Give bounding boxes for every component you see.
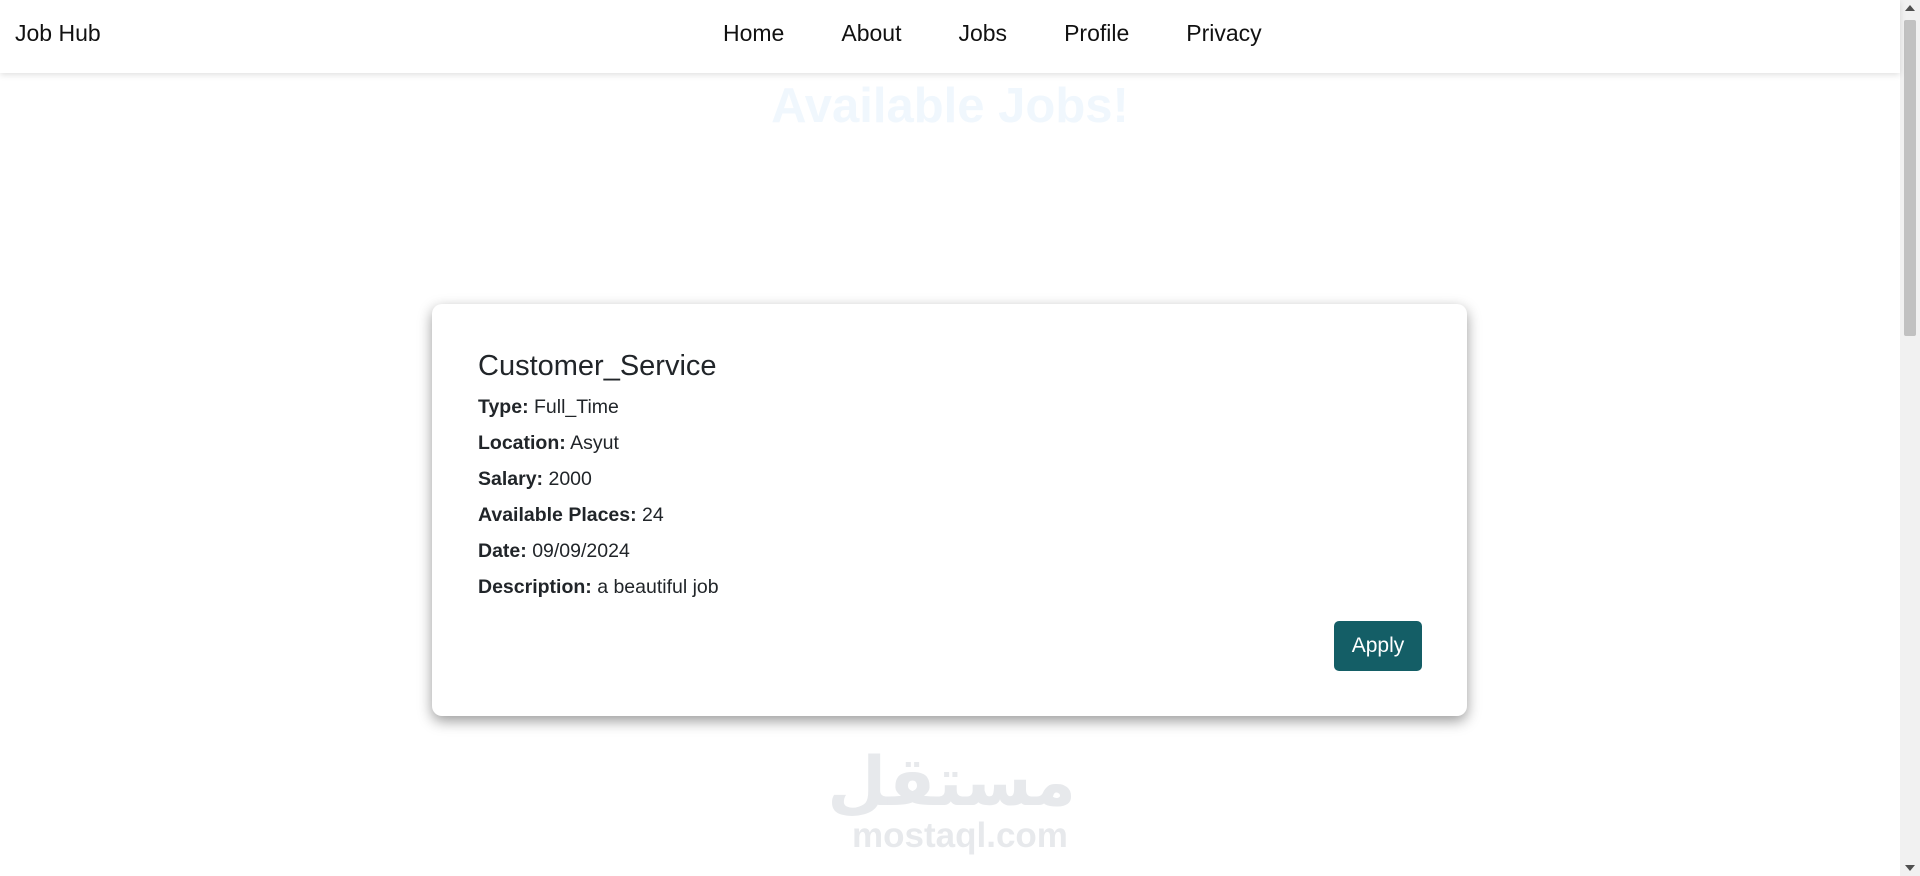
field-value: 24 [642, 504, 664, 526]
nav-link-about[interactable]: About [841, 20, 901, 47]
job-field-description: Description: a beautiful job [478, 575, 1421, 600]
field-label: Date: [478, 540, 527, 562]
job-field-date: Date: 09/09/2024 [478, 539, 1421, 564]
navbar: Job Hub Home About Jobs Profile Privacy [0, 0, 1900, 73]
watermark-latin: mostaql.com [852, 816, 1068, 855]
page-title: Available Jobs! [771, 79, 1129, 133]
apply-button[interactable]: Apply [1334, 621, 1422, 671]
watermark-logo: مستقل mostaql.com [827, 743, 1076, 855]
scroll-down-arrow-icon[interactable] [1905, 865, 1915, 871]
nav-links: Home About Jobs Profile Privacy [723, 20, 1319, 47]
job-title: Customer_Service [478, 350, 717, 382]
job-field-salary: Salary: 2000 [478, 467, 1421, 492]
job-field-available-places: Available Places: 24 [478, 503, 1421, 528]
nav-link-jobs[interactable]: Jobs [958, 20, 1007, 47]
field-label: Location: [478, 432, 566, 454]
field-value: Asyut [570, 432, 619, 454]
nav-link-home[interactable]: Home [723, 20, 784, 47]
nav-link-privacy[interactable]: Privacy [1186, 20, 1261, 47]
watermark-arabic: مستقل [827, 743, 1076, 822]
brand-link[interactable]: Job Hub [15, 20, 101, 47]
field-label: Available Places: [478, 504, 637, 526]
field-value: 2000 [548, 468, 592, 490]
field-label: Description: [478, 576, 592, 598]
job-card: Customer_Service Type: Full_Time Locatio… [432, 304, 1467, 716]
scroll-up-arrow-icon[interactable] [1905, 5, 1915, 11]
field-value: Full_Time [533, 396, 619, 418]
field-value: a beautiful job [597, 576, 719, 598]
field-label: Type: [478, 396, 529, 418]
scroll-thumb[interactable] [1904, 20, 1916, 336]
job-field-type: Type: Full_Time [478, 395, 1421, 420]
job-field-location: Location: Asyut [478, 431, 1421, 456]
field-value: 09/09/2024 [532, 540, 630, 562]
nav-link-profile[interactable]: Profile [1064, 20, 1129, 47]
field-label: Salary: [478, 468, 544, 490]
vertical-scrollbar[interactable] [1900, 0, 1920, 876]
